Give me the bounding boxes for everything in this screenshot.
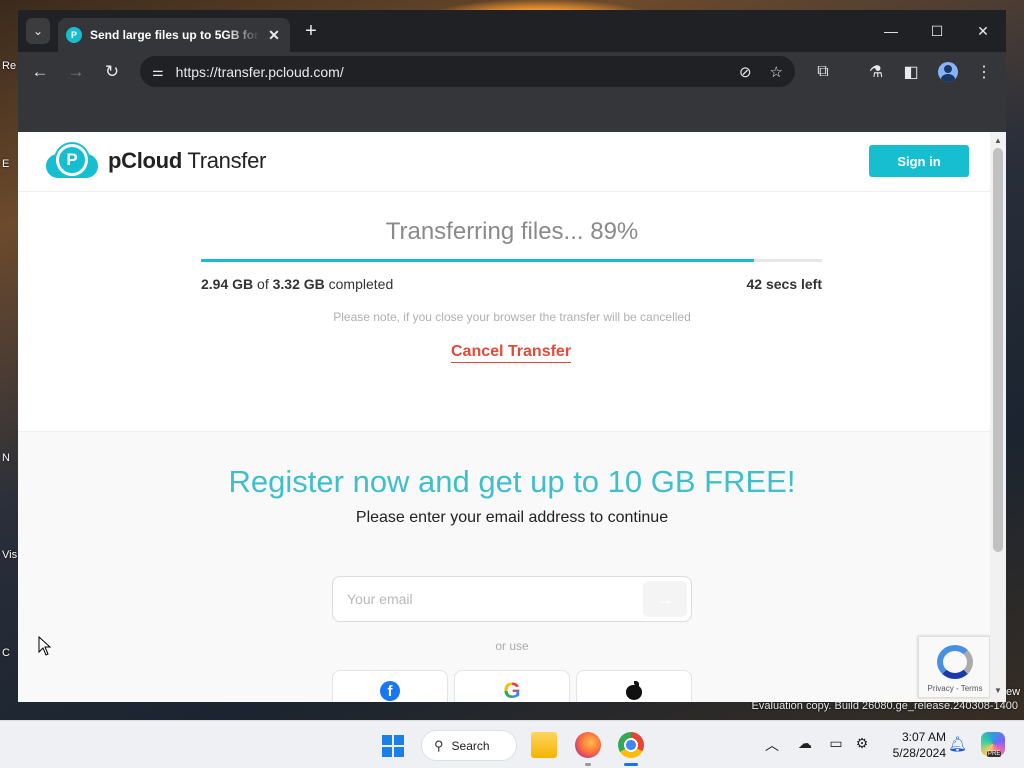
logo-text: pCloud Transfer [108,148,266,174]
desktop-icon-label[interactable]: C [2,647,18,659]
register-subtitle: Please enter your email address to conti… [355,509,669,526]
onedrive-offline-icon[interactable]: ☁ [795,735,815,752]
register-section: Register now and get up to 10 GB FREE! P… [18,431,990,702]
taskbar-clock[interactable]: 3:07 AM 5/28/2024 [880,729,946,761]
pcloud-transfer-logo[interactable]: P pCloud Transfer [46,144,266,178]
forward-button[interactable]: → [62,58,90,86]
facebook-icon: f [380,681,400,701]
clock-time: 3:07 AM [901,730,946,744]
stats-completed-word: completed [328,276,394,292]
chevron-down-icon: ⌄ [32,24,44,38]
desktop-icon-label[interactable]: Vis [2,549,18,561]
back-button[interactable]: ← [26,58,54,86]
arrow-right-icon: → [656,588,674,609]
taskbar-search-label: Search [451,738,490,753]
or-use-label: or use [495,639,529,653]
scroll-down-arrow-icon[interactable]: ▼ [990,684,1006,698]
google-icon: G [503,678,521,702]
taskbar-search-button[interactable]: ⚲ Search [421,730,517,761]
mouse-cursor-icon [38,636,52,656]
bookmark-star-icon[interactable]: ☆ [770,63,783,81]
transfer-status-title: Transferring files... 89% [385,218,639,245]
facebook-login-button[interactable]: f [332,670,448,702]
search-icon: ⚲ [434,737,444,753]
scrollbar-thumb[interactable] [993,148,1003,552]
pcloud-cloud-icon: P [46,144,98,178]
email-submit-button[interactable]: → [643,581,687,617]
firefox-icon[interactable] [575,732,601,758]
transfer-panel: Transferring files... 89% 2.94 GB of 3.3… [18,193,990,431]
chrome-icon[interactable] [618,732,644,758]
file-explorer-icon[interactable] [531,732,557,758]
time-remaining: 42 secs left [746,276,823,292]
bookmarks-area [18,91,1006,132]
google-login-button[interactable]: G [454,670,570,702]
tab-title: Send large files up to 5GB for free [90,28,260,42]
side-panel-icon[interactable]: ◧ [898,59,924,85]
desktop-icon-label[interactable]: N [2,452,18,464]
close-tab-icon[interactable]: ✕ [266,27,282,44]
menu-kebab-icon[interactable]: ⋮ [971,59,997,85]
tab-search-button[interactable]: ⌄ [26,18,50,44]
tab-strip: ⌄ P Send large files up to 5GB for free … [18,10,1006,52]
browser-window: ⌄ P Send large files up to 5GB for free … [18,10,1006,702]
desktop-label-fragment: ew [1006,686,1021,698]
sign-in-button[interactable]: Sign in [869,145,969,177]
close-browser-note: Please note, if you close your browser t… [333,310,691,324]
maximize-button[interactable]: ☐ [914,18,960,44]
logo-brand: pCloud [108,148,182,173]
stats-of-word: of [257,276,269,292]
url-text[interactable]: https://transfer.pcloud.com/ [176,64,721,80]
tab-active[interactable]: P Send large files up to 5GB for free ✕ [58,18,290,52]
clock-date: 5/28/2024 [892,746,946,760]
notification-bell-icon[interactable]: 🔔︎ [948,735,967,753]
desktop-icon-label[interactable]: Re [2,60,18,72]
email-input[interactable] [347,589,627,609]
address-bar[interactable]: ⚌ https://transfer.pcloud.com/ ⊘ ☆ [140,56,795,87]
register-title: Register now and get up to 10 GB FREE! [228,464,796,499]
page-scrollbar[interactable]: ▲ ▼ [990,132,1006,702]
labs-flask-icon[interactable]: ⚗ [863,59,889,85]
site-header: P pCloud Transfer Sign in [18,132,990,192]
scroll-up-arrow-icon[interactable]: ▲ [990,134,1006,148]
copilot-pre-badge: PRE [987,751,1002,757]
reload-button[interactable]: ↻ [98,58,126,86]
eye-off-icon[interactable]: ⊘ [739,63,752,81]
desktop-icon-label[interactable]: E [2,158,18,170]
transfer-stats: 2.94 GB of 3.32 GB completed [201,276,393,292]
minimize-button[interactable]: — [868,18,914,44]
recaptcha-badge[interactable]: Privacy - Terms [918,636,990,698]
web-page: P pCloud Transfer Sign in Transferring f… [18,132,1006,702]
apple-login-button[interactable] [576,670,692,702]
extensions-puzzle-icon[interactable]: ⧉ [810,59,836,85]
transferred-amount: 2.94 GB [201,276,254,292]
recaptcha-icon [937,645,973,679]
total-amount: 3.32 GB [272,276,325,292]
firefox-running-indicator [585,763,591,766]
arrow-left-icon: ← [31,62,49,81]
browser-toolbar: ← → ↻ ⚌ https://transfer.pcloud.com/ ⊘ ☆… [18,52,1006,91]
site-info-icon[interactable]: ⚌ [152,64,164,80]
network-settings-icon[interactable]: ⚙ [852,735,872,752]
cancel-transfer-link[interactable]: Cancel Transfer [451,343,572,363]
transfer-progress-bar [201,259,822,262]
profile-person-icon [938,62,958,82]
chrome-active-indicator [624,763,638,766]
email-field-wrapper: → [332,576,692,622]
profile-avatar[interactable] [935,59,961,85]
apple-icon [626,681,642,700]
logo-product: Transfer [187,148,267,173]
arrow-right-icon: → [67,62,85,81]
windows-start-icon[interactable] [382,735,404,757]
windows-taskbar: ⚲ Search ︿ ☁ ▭ ⚙ 3:07 AM 5/28/2024 🔔︎ PR… [0,720,1024,768]
display-icon[interactable]: ▭ [826,735,846,752]
recaptcha-links[interactable]: Privacy - Terms [919,684,991,693]
pcloud-favicon-icon: P [66,27,82,43]
new-tab-button[interactable]: + [300,20,322,43]
close-window-button[interactable]: ✕ [960,18,1006,44]
tray-overflow-chevron-icon[interactable]: ︿ [762,735,782,755]
progress-fill [201,259,754,262]
reload-icon: ↻ [104,62,120,81]
